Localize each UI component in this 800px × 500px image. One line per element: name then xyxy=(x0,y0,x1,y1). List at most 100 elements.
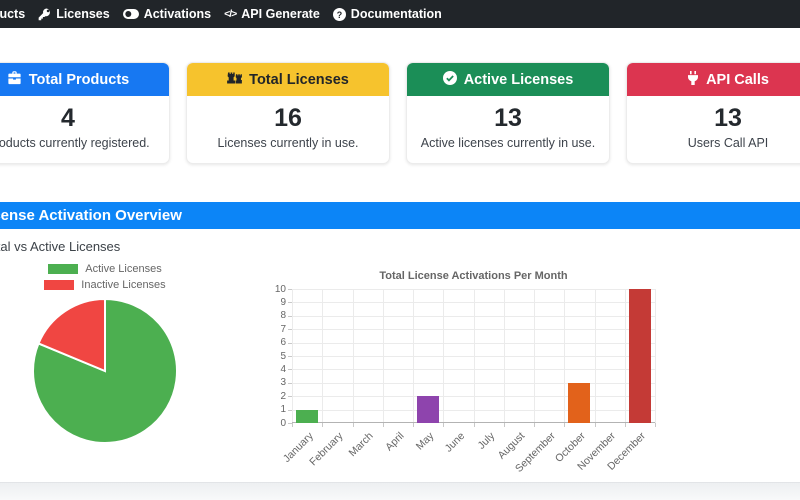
nav-item-products[interactable]: Products xyxy=(0,7,25,21)
pie-canvas[interactable] xyxy=(30,296,180,446)
y-tick-label: 0 xyxy=(280,417,286,429)
stat-card-subtitle: Users Call API xyxy=(687,136,769,150)
x-tick xyxy=(564,423,566,427)
x-label-text: July xyxy=(475,430,498,452)
x-axis-line xyxy=(292,422,655,423)
charts-subtitle: Total vs Active Licenses xyxy=(0,239,121,254)
legend-label: Inactive Licenses xyxy=(81,279,166,291)
gridline-v xyxy=(655,289,656,423)
stat-card-header: Active Licenses xyxy=(407,63,609,96)
stat-card-header: API Calls xyxy=(627,63,800,96)
licenses-icon xyxy=(227,71,243,88)
gridline-v xyxy=(382,289,384,423)
question-circle-icon: ? xyxy=(332,7,346,21)
x-tick xyxy=(655,423,656,427)
stat-card-title: Total Products xyxy=(28,71,130,88)
stat-card-value: 4 xyxy=(61,104,75,132)
gridline-v xyxy=(624,289,626,423)
briefcase-icon xyxy=(7,70,22,89)
bar-october xyxy=(568,382,591,423)
gridline-v xyxy=(564,289,566,423)
gridline-v xyxy=(594,289,596,423)
bar-plot-area[interactable]: 0 1 2 3 4 5 6 7 8 9 10 January February March April May… xyxy=(275,284,656,475)
stat-card-header: Total Products xyxy=(0,63,169,96)
x-label-text: March xyxy=(346,430,377,460)
stat-card-body: 4 Products currently registered. xyxy=(0,96,169,163)
x-tick xyxy=(594,423,596,427)
bar-chart-title: Total License Activations Per Month xyxy=(379,270,568,282)
y-tick-label: 9 xyxy=(280,296,286,308)
stat-card-body: 13 Active licenses currently in use. xyxy=(407,96,609,163)
gridline-v xyxy=(503,289,505,423)
x-tick xyxy=(503,423,505,427)
stat-card-total-products: Total Products 4 Products currently regist… xyxy=(0,62,170,164)
stat-card-title: Active Licenses xyxy=(463,71,574,88)
gridline-v xyxy=(413,289,414,423)
svg-text:?: ? xyxy=(337,9,342,19)
stat-card-title: API Calls xyxy=(706,71,769,88)
footer-strip xyxy=(0,482,800,500)
x-tick xyxy=(292,423,293,427)
y-tick-label: 8 xyxy=(280,310,286,322)
dashboard-page: Products Licenses Activations </> API Genera… xyxy=(0,0,800,500)
legend-swatch xyxy=(44,280,75,290)
nav-item-label: Licenses xyxy=(56,7,110,21)
gridline-v xyxy=(352,289,354,423)
y-tick-label: 3 xyxy=(280,377,286,389)
stat-card-api-calls: API Calls 13 Users Call API xyxy=(626,62,800,164)
x-tick xyxy=(382,423,384,427)
nav-item-licenses[interactable]: Licenses xyxy=(38,7,110,21)
y-tick-label: 10 xyxy=(274,283,286,295)
nav-item-label: Products xyxy=(0,7,26,21)
nav-item-api-generate[interactable]: </> API Generate xyxy=(224,7,320,21)
stat-card-value: 16 xyxy=(274,104,302,132)
toggle-icon xyxy=(122,9,139,19)
y-tick-label: 6 xyxy=(280,337,286,349)
gridline-v xyxy=(534,289,535,423)
bar-january xyxy=(296,409,319,423)
stat-card-subtitle: Products currently registered. xyxy=(0,136,150,150)
x-label-text: May xyxy=(414,430,437,453)
gridline-v xyxy=(443,289,445,423)
nav-item-label: Activations xyxy=(143,7,212,21)
y-tick-label: 4 xyxy=(280,363,286,375)
legend-swatch xyxy=(48,264,79,274)
stat-card-subtitle: Licenses currently in use. xyxy=(217,136,359,150)
gridline-v xyxy=(322,289,324,423)
bar-december xyxy=(628,289,651,423)
stat-card-value: 13 xyxy=(494,104,522,132)
plug-icon xyxy=(687,70,699,89)
x-tick xyxy=(624,423,626,427)
section-banner-title: License Activation Overview xyxy=(0,207,182,224)
x-tick xyxy=(473,423,475,427)
x-tick xyxy=(443,423,445,427)
legend-label: Active Licenses xyxy=(85,263,162,275)
section-banner: License Activation Overview xyxy=(0,202,800,229)
bar-chart[interactable]: Total License Activations Per Month 01 23… xyxy=(268,270,670,475)
key-icon xyxy=(38,7,51,21)
stat-card-title: Total Licenses xyxy=(249,71,349,88)
pie-legend-item-active-licenses[interactable]: Active Licenses xyxy=(48,263,162,275)
stat-cards-row: Total Products 4 Products currently regist… xyxy=(0,62,800,164)
check-circle-icon xyxy=(442,70,457,89)
gridline-v xyxy=(292,289,293,423)
stat-card-subtitle: Active licenses currently in use. xyxy=(420,136,596,150)
pie-chart[interactable]: Active Licenses Inactive Licenses xyxy=(0,263,230,446)
stat-card-header: Total Licenses xyxy=(187,63,389,96)
nav-item-label: API Generate xyxy=(241,7,320,21)
nav-item-activations[interactable]: Activations xyxy=(122,7,212,21)
x-tick xyxy=(534,423,535,427)
nav-item-label: Documentation xyxy=(350,7,442,21)
x-label-text: June xyxy=(442,430,467,455)
x-tick xyxy=(352,423,354,427)
x-label-text: April xyxy=(383,430,407,454)
y-tick-label: 1 xyxy=(280,404,286,416)
navbar-items: Products Licenses Activations </> API Genera… xyxy=(0,7,442,21)
pie-legend-item-inactive-licenses[interactable]: Inactive Licenses xyxy=(44,279,166,291)
stat-card-total-licenses: Total Licenses 16 Licenses currently in us… xyxy=(186,62,390,164)
gridline-v xyxy=(473,289,475,423)
bar-may xyxy=(417,396,440,423)
nav-item-documentation[interactable]: ? Documentation xyxy=(332,7,442,21)
stat-card-value: 13 xyxy=(714,104,742,132)
navbar: Products Licenses Activations </> API Genera… xyxy=(0,0,800,28)
